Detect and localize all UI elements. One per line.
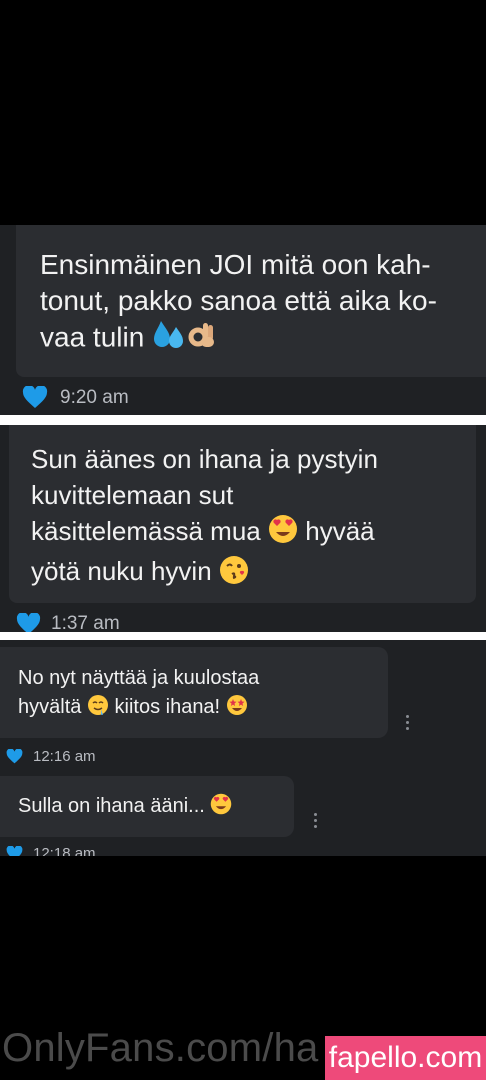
screenshot-divider-1 (0, 415, 486, 425)
message-meta-2: 1:37 am (16, 613, 120, 632)
message-text-4: Sulla on ihana ääni... (18, 792, 232, 823)
heart-eyes-emoji (268, 514, 298, 553)
fapello-watermark-badge: fapello.com (325, 1036, 486, 1080)
message-time-1: 9:20 am (60, 386, 129, 408)
message-bubble-1[interactable]: Ensinmäinen JOI mitä oon kah- tonut, pak… (16, 225, 486, 377)
onlyfans-watermark: OnlyFans.com/ha (2, 1026, 319, 1070)
screenshot-divider-2 (0, 632, 486, 640)
heart-eyes-emoji (210, 793, 232, 823)
message-time-4: 12:18 am (33, 845, 96, 856)
star-struck-emoji (226, 694, 248, 725)
message-text-1: Ensinmäinen JOI mitä oon kah- tonut, pak… (40, 247, 437, 360)
message-bubble-2[interactable]: Sun äänes on ihana ja pystyin kuvittelem… (9, 425, 476, 603)
chat-panel-2: Sun äänes on ihana ja pystyin kuvittelem… (0, 425, 486, 632)
kissing-heart-emoji (219, 555, 249, 594)
sweat-drops-emoji (152, 319, 186, 360)
message-time-3: 12:16 am (33, 748, 96, 765)
more-options-icon[interactable] (404, 715, 410, 730)
ok-hand-emoji (186, 319, 218, 360)
message-time-2: 1:37 am (51, 613, 120, 632)
chat-panel-3: No nyt näyttää ja kuulostaa hyvältä kiit… (0, 640, 486, 856)
heart-icon[interactable] (16, 613, 41, 632)
chat-panel-1: Ensinmäinen JOI mitä oon kah- tonut, pak… (0, 225, 486, 415)
heart-icon[interactable] (6, 846, 23, 856)
more-options-icon[interactable] (312, 813, 318, 828)
message-meta-3: 12:16 am (6, 748, 96, 765)
message-text-3: No nyt näyttää ja kuulostaa hyvältä kiit… (18, 664, 259, 725)
heart-icon[interactable] (6, 749, 23, 764)
message-text-2: Sun äänes on ihana ja pystyin kuvittelem… (31, 441, 378, 594)
message-bubble-4[interactable]: Sulla on ihana ääni... (0, 776, 294, 837)
message-meta-4: 12:18 am (6, 845, 96, 856)
message-meta-1: 9:20 am (22, 386, 129, 409)
drooling-face-emoji (87, 694, 109, 725)
message-bubble-3[interactable]: No nyt näyttää ja kuulostaa hyvältä kiit… (0, 647, 388, 738)
heart-icon[interactable] (22, 386, 48, 409)
